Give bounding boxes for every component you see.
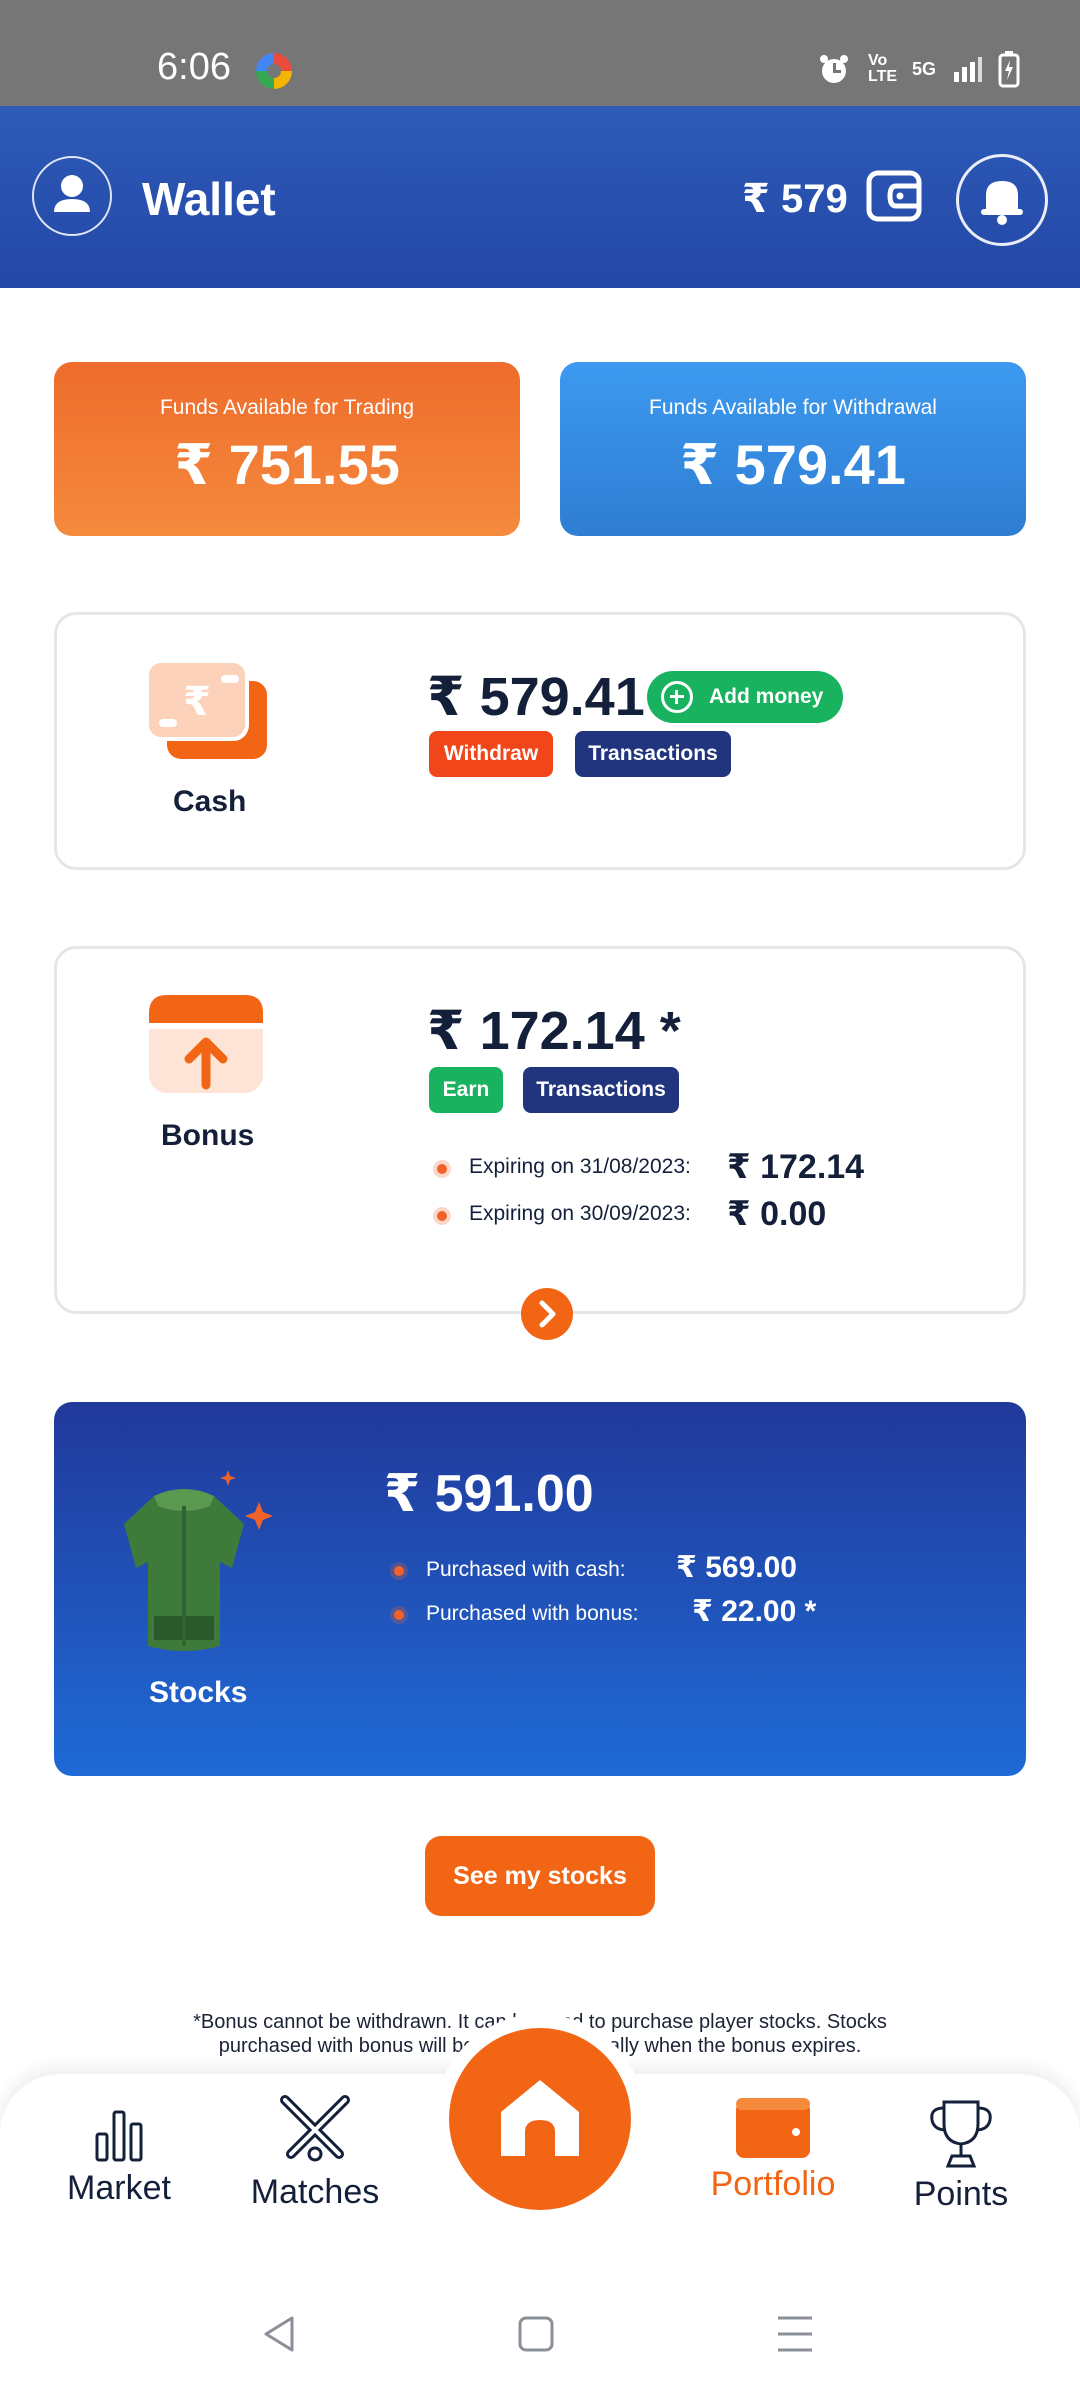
withdraw-button[interactable]: Withdraw: [429, 731, 553, 777]
status-icons: Vo LTE 5G: [816, 50, 1020, 88]
bonus-expand-button[interactable]: [521, 1288, 573, 1340]
nav-market-label: Market: [67, 2169, 171, 2207]
funds-withdrawal-label: Funds Available for Withdrawal: [649, 396, 937, 419]
header-balance[interactable]: ₹ 579: [742, 176, 848, 222]
network-label: 5G: [911, 58, 936, 79]
stocks-cash-amount: ₹ 569.00: [676, 1551, 797, 1584]
sparkle-icon: [220, 1470, 273, 1530]
svg-text:₹: ₹: [183, 679, 211, 725]
nav-points[interactable]: Points: [886, 2098, 1036, 2214]
bar-chart-icon: [95, 2110, 143, 2162]
bonus-transactions-button[interactable]: Transactions: [523, 1067, 679, 1113]
bell-icon: [981, 181, 1023, 225]
home-icon: [501, 2080, 579, 2156]
bonus-gift-icon: [149, 995, 263, 1093]
cash-card: ₹ Cash ₹ 579.41 Add money Withdraw Trans…: [54, 612, 1026, 870]
cricket-bats-icon: [280, 2095, 350, 2162]
add-money-label: Add money: [709, 685, 824, 708]
user-icon: [54, 175, 90, 212]
earn-button[interactable]: Earn: [429, 1067, 503, 1113]
funds-trading-amount: ₹ 751.55: [174, 433, 400, 496]
status-time: 6:06: [157, 46, 231, 88]
app-header: Wallet ₹ 579: [0, 106, 1080, 288]
stocks-bonus-amount: ₹ 22.00 *: [692, 1595, 817, 1628]
stocks-label: Stocks: [149, 1676, 248, 1709]
funds-trading-label: Funds Available for Trading: [159, 396, 415, 419]
expiry-label-2: Expiring on 30/09/2023:: [469, 1202, 691, 1225]
portfolio-wallet-icon: [736, 2098, 810, 2158]
see-my-stocks-label: See my stocks: [453, 1861, 627, 1890]
expiry-label-1: Expiring on 31/08/2023:: [469, 1155, 691, 1178]
bonus-amount: ₹ 172.14 *: [427, 1001, 681, 1061]
cash-icon: ₹: [145, 659, 267, 759]
bullet-icon: [437, 1164, 447, 1174]
nav-market[interactable]: Market: [42, 2104, 196, 2208]
nav-matches[interactable]: Matches: [238, 2092, 392, 2212]
cash-transactions-button[interactable]: Transactions: [575, 731, 731, 777]
chevron-right-icon: [539, 1300, 556, 1328]
recents-square-icon[interactable]: [516, 2314, 556, 2354]
nav-portfolio-label: Portfolio: [710, 2165, 836, 2203]
status-bar: 6:06 Vo LTE 5G: [0, 0, 1080, 106]
volte-icon: Vo LTE: [867, 52, 898, 85]
funds-withdrawal-amount: ₹ 579.41: [680, 433, 906, 496]
cash-transactions-label: Transactions: [588, 742, 718, 765]
earn-label: Earn: [442, 1078, 490, 1101]
add-money-button[interactable]: Add money: [647, 671, 844, 723]
bonus-card: Bonus ₹ 172.14 * Earn Transactions Expir…: [54, 946, 1026, 1314]
home-button[interactable]: [449, 2028, 631, 2210]
nav-portfolio[interactable]: Portfolio: [690, 2096, 856, 2204]
bullet-icon: [394, 1566, 404, 1576]
see-my-stocks-button[interactable]: See my stocks: [425, 1836, 655, 1916]
bonus-transactions-label: Transactions: [536, 1078, 666, 1101]
funds-trading-card[interactable]: Funds Available for Trading ₹ 751.55: [54, 362, 520, 536]
menu-icon[interactable]: [774, 2312, 816, 2356]
funds-withdrawal-card[interactable]: Funds Available for Withdrawal ₹ 579.41: [560, 362, 1026, 536]
battery-icon: [998, 51, 1020, 88]
bullet-icon: [394, 1610, 404, 1620]
plus-circle-icon: [661, 681, 693, 713]
alarm-icon: [819, 55, 848, 83]
notifications-button[interactable]: [956, 154, 1048, 246]
stocks-bonus-label: Purchased with bonus:: [426, 1602, 639, 1625]
system-navigation-bar: [0, 2274, 1080, 2400]
cash-label: Cash: [173, 785, 247, 818]
back-icon[interactable]: [258, 2312, 302, 2356]
nav-matches-label: Matches: [250, 2173, 380, 2211]
stocks-cash-label: Purchased with cash:: [426, 1558, 626, 1581]
nav-points-label: Points: [913, 2175, 1009, 2213]
bonus-label: Bonus: [161, 1119, 255, 1152]
expiry-amount-2: ₹ 0.00: [727, 1195, 827, 1233]
expiry-amount-1: ₹ 172.14: [727, 1148, 865, 1186]
signal-icon: [954, 57, 982, 82]
page-title: Wallet: [142, 173, 276, 225]
withdraw-label: Withdraw: [443, 742, 539, 765]
stocks-amount: ₹ 591.00: [384, 1465, 594, 1523]
app-notification-icon: [256, 53, 292, 89]
trophy-icon: [930, 2100, 992, 2168]
bullet-icon: [437, 1211, 447, 1221]
stocks-card: Stocks ₹ 591.00 Purchased with cash: ₹ 5…: [54, 1402, 1026, 1776]
profile-avatar-button[interactable]: [32, 156, 112, 236]
wallet-icon[interactable]: [866, 170, 922, 222]
cash-amount: ₹ 579.41: [427, 667, 645, 727]
